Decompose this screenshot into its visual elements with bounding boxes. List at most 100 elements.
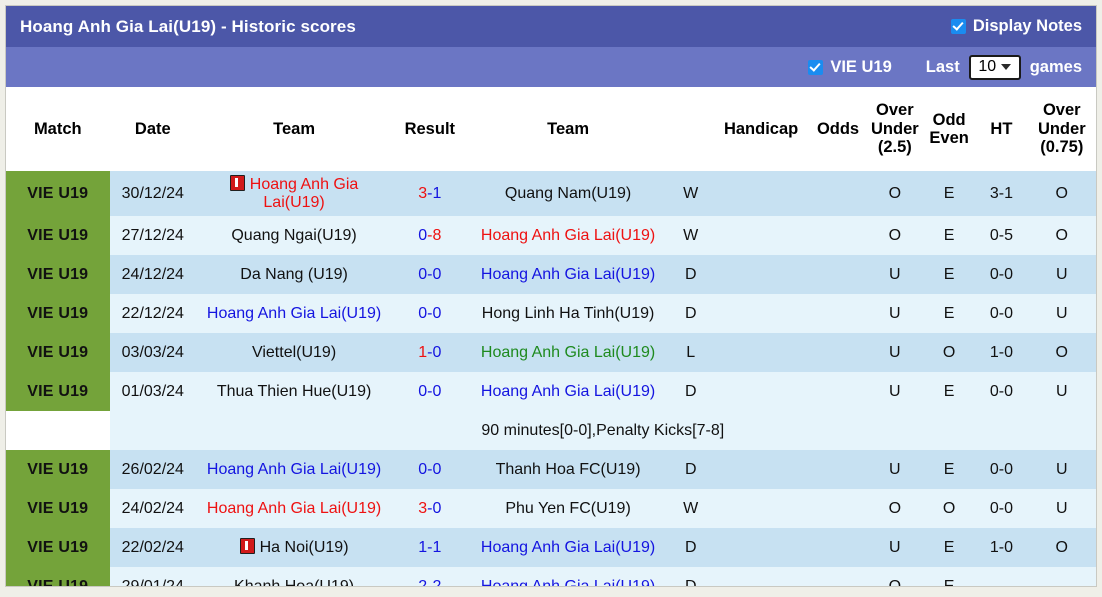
score-home: 2 <box>418 578 427 588</box>
home-team[interactable]: Quang Ngai(U19) <box>196 216 392 255</box>
league-badge: VIE U19 <box>6 255 110 294</box>
over-under-25-value: U <box>867 294 923 333</box>
away-team[interactable]: Hoang Anh Gia Lai(U19) <box>468 528 669 567</box>
table-row[interactable]: VIE U1924/02/24Hoang Anh Gia Lai(U19)3-0… <box>6 489 1096 528</box>
scores-table: Match Date Team Result Team Handicap Odd… <box>6 87 1096 587</box>
match-score[interactable]: 3-1 <box>392 171 467 216</box>
home-team[interactable]: Viettel(U19) <box>196 333 392 372</box>
match-score[interactable]: 0-0 <box>392 372 467 411</box>
column-header-handicap[interactable]: Handicap <box>713 87 810 171</box>
handicap-value <box>713 567 810 587</box>
table-row[interactable]: VIE U1922/12/24Hoang Anh Gia Lai(U19)0-0… <box>6 294 1096 333</box>
checkbox-checked-icon[interactable] <box>951 19 966 34</box>
table-row[interactable]: VIE U1929/01/24Khanh Hoa(U19)2-2Hoang An… <box>6 567 1096 587</box>
score-home: 0 <box>418 305 427 322</box>
column-header-match[interactable]: Match <box>6 87 110 171</box>
outcome-badge: W <box>669 216 713 255</box>
over-under-075-value: U <box>1028 450 1096 489</box>
outcome-badge: W <box>669 171 713 216</box>
away-team[interactable]: Hoang Anh Gia Lai(U19) <box>468 372 669 411</box>
match-note-gap <box>6 411 110 450</box>
outcome-badge: D <box>669 294 713 333</box>
column-header-ht[interactable]: HT <box>975 87 1027 171</box>
odds-value <box>809 333 866 372</box>
column-header-date[interactable]: Date <box>110 87 196 171</box>
home-team[interactable]: Da Nang (U19) <box>196 255 392 294</box>
match-date: 24/02/24 <box>110 489 196 528</box>
column-header-outcome <box>669 87 713 171</box>
odds-value <box>809 489 866 528</box>
handicap-value <box>713 450 810 489</box>
table-header-row: Match Date Team Result Team Handicap Odd… <box>6 87 1096 171</box>
home-team[interactable]: Hoang Anh Gia Lai(U19) <box>196 294 392 333</box>
home-team[interactable]: Khanh Hoa(U19) <box>196 567 392 587</box>
outcome-badge: D <box>669 450 713 489</box>
away-team[interactable]: Hoang Anh Gia Lai(U19) <box>468 255 669 294</box>
match-date: 01/03/24 <box>110 372 196 411</box>
column-header-odds[interactable]: Odds <box>809 87 866 171</box>
games-label: games <box>1030 58 1082 77</box>
checkbox-checked-icon[interactable] <box>808 60 823 75</box>
games-count-select[interactable]: 10 <box>969 55 1021 80</box>
odd-even-value: E <box>923 528 975 567</box>
display-notes-toggle[interactable]: Display Notes <box>951 17 1082 36</box>
home-team-name: Viettel(U19) <box>252 344 336 361</box>
match-score[interactable]: 0-0 <box>392 255 467 294</box>
table-row[interactable]: VIE U1922/02/24Ha Noi(U19)1-1Hoang Anh G… <box>6 528 1096 567</box>
home-team[interactable]: Hoang Anh Gia Lai(U19) <box>196 489 392 528</box>
page-title: Hoang Anh Gia Lai(U19) - Historic scores <box>20 17 356 37</box>
table-row[interactable]: VIE U1926/02/24Hoang Anh Gia Lai(U19)0-0… <box>6 450 1096 489</box>
column-header-over-under-25[interactable]: Over Under (2.5) <box>867 87 923 171</box>
over-under-075-value: U <box>1028 489 1096 528</box>
match-score[interactable]: 0-0 <box>392 450 467 489</box>
away-team[interactable]: Thanh Hoa FC(U19) <box>468 450 669 489</box>
home-team-name: Hoang Anh Gia Lai(U19) <box>250 176 359 211</box>
handicap-value <box>713 294 810 333</box>
score-away: 1 <box>432 185 441 202</box>
home-team[interactable]: Thua Thien Hue(U19) <box>196 372 392 411</box>
away-team[interactable]: Hoang Anh Gia Lai(U19) <box>468 216 669 255</box>
odds-value <box>809 567 866 587</box>
handicap-value <box>713 216 810 255</box>
away-team[interactable]: Quang Nam(U19) <box>468 171 669 216</box>
league-badge: VIE U19 <box>6 372 110 411</box>
match-note-row: 90 minutes[0-0],Penalty Kicks[7-8] <box>6 411 1096 450</box>
column-header-odd-even[interactable]: Odd Even <box>923 87 975 171</box>
table-row[interactable]: VIE U1930/12/24Hoang Anh Gia Lai(U19)3-1… <box>6 171 1096 216</box>
half-time-score: 0-5 <box>975 216 1027 255</box>
match-score[interactable]: 3-0 <box>392 489 467 528</box>
table-row[interactable]: VIE U1927/12/24Quang Ngai(U19)0-8Hoang A… <box>6 216 1096 255</box>
score-away: 1 <box>432 539 441 556</box>
home-team[interactable]: Hoang Anh Gia Lai(U19) <box>196 450 392 489</box>
over-under-25-value: O <box>867 489 923 528</box>
outcome-badge: D <box>669 255 713 294</box>
home-team[interactable]: Ha Noi(U19) <box>196 528 392 567</box>
table-row[interactable]: VIE U1901/03/24Thua Thien Hue(U19)0-0Hoa… <box>6 372 1096 411</box>
column-header-over-under-075[interactable]: Over Under (0.75) <box>1028 87 1096 171</box>
match-score[interactable]: 2-2 <box>392 567 467 587</box>
away-team[interactable]: Hoang Anh Gia Lai(U19) <box>468 567 669 587</box>
match-score[interactable]: 0-8 <box>392 216 467 255</box>
away-team[interactable]: Hong Linh Ha Tinh(U19) <box>468 294 669 333</box>
away-team[interactable]: Phu Yen FC(U19) <box>468 489 669 528</box>
table-row[interactable]: VIE U1924/12/24Da Nang (U19)0-0Hoang Anh… <box>6 255 1096 294</box>
odd-even-value: E <box>923 372 975 411</box>
odd-even-value: O <box>923 489 975 528</box>
table-row[interactable]: VIE U1903/03/24Viettel(U19)1-0Hoang Anh … <box>6 333 1096 372</box>
oe-line2: Even <box>929 129 968 147</box>
away-team-name: Thanh Hoa FC(U19) <box>496 461 641 478</box>
odds-value <box>809 528 866 567</box>
match-score[interactable]: 1-0 <box>392 333 467 372</box>
display-notes-label: Display Notes <box>973 17 1082 36</box>
column-header-away-team[interactable]: Team <box>468 87 669 171</box>
match-date: 29/01/24 <box>110 567 196 587</box>
away-team-name: Hoang Anh Gia Lai(U19) <box>481 266 655 283</box>
last-label: Last <box>926 58 960 77</box>
home-team[interactable]: Hoang Anh Gia Lai(U19) <box>196 171 392 216</box>
league-filter-toggle[interactable]: VIE U19 <box>808 58 891 77</box>
away-team[interactable]: Hoang Anh Gia Lai(U19) <box>468 333 669 372</box>
column-header-home-team[interactable]: Team <box>196 87 392 171</box>
column-header-result[interactable]: Result <box>392 87 467 171</box>
match-score[interactable]: 0-0 <box>392 294 467 333</box>
match-score[interactable]: 1-1 <box>392 528 467 567</box>
